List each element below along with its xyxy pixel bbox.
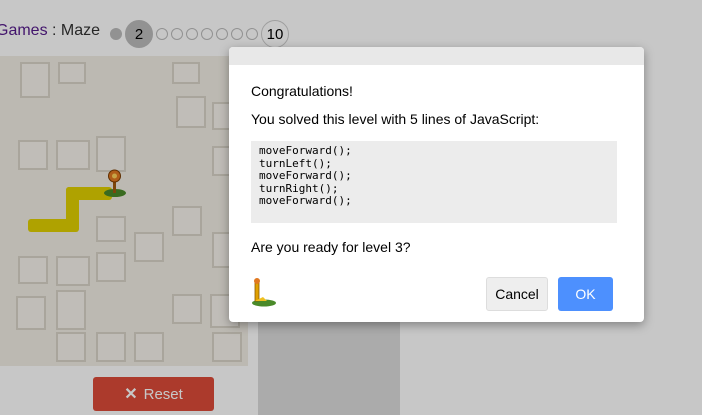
code-line: moveForward();: [259, 144, 352, 157]
code-line: moveForward();: [259, 169, 352, 183]
dialog-header-bar: [229, 47, 644, 65]
code-snippet: moveForward(); turnLeft(); moveForward()…: [251, 141, 617, 223]
dialog-heading: Congratulations!: [251, 83, 353, 99]
congratulations-dialog: Congratulations! You solved this level w…: [229, 47, 644, 322]
code-line: moveForward();: [259, 194, 352, 208]
pegman-flag-icon: [252, 278, 276, 307]
dialog-question: Are you ready for level 3?: [251, 239, 411, 255]
ok-button[interactable]: OK: [558, 277, 613, 311]
dialog-message: You solved this level with 5 lines of Ja…: [251, 111, 540, 127]
cancel-button[interactable]: Cancel: [486, 277, 548, 311]
